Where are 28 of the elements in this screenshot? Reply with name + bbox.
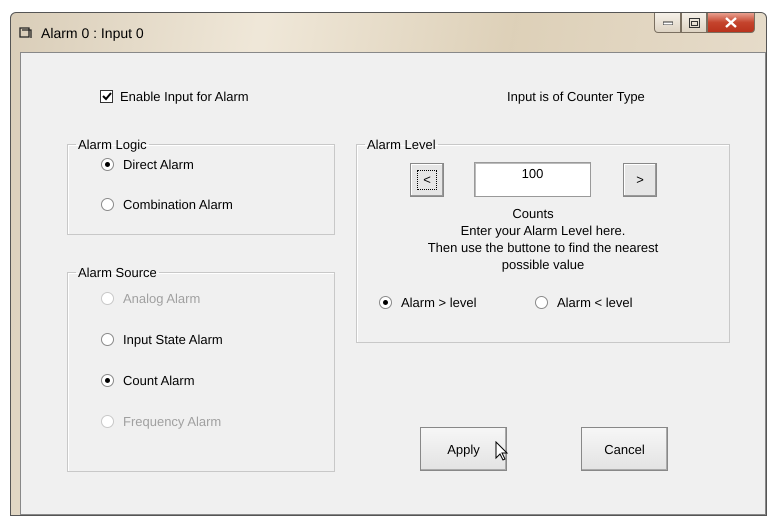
hint-text: Enter your Alarm Level here. Then use the buttone to find the nearest possible value xyxy=(426,222,660,273)
radio-button[interactable]: Count Alarm xyxy=(101,373,195,388)
group-title: Alarm Source xyxy=(77,265,158,280)
close-icon xyxy=(725,17,737,28)
increase-button[interactable]: > xyxy=(623,162,657,196)
dialog-button[interactable]: Cancel xyxy=(581,427,668,471)
dialog-button[interactable]: Apply xyxy=(420,427,507,471)
radio-button[interactable]: Combination Alarm xyxy=(101,197,233,212)
close-button[interactable] xyxy=(707,13,755,33)
checkmark-icon xyxy=(102,92,112,100)
enable-checkbox[interactable]: Enable Input for Alarm xyxy=(100,88,423,104)
minimize-button[interactable] xyxy=(654,13,681,33)
mouse-cursor-icon xyxy=(495,441,509,461)
minimize-icon xyxy=(662,20,672,24)
unit-label: Counts xyxy=(511,205,555,222)
maximize-icon xyxy=(688,18,700,28)
radio-button[interactable]: Direct Alarm xyxy=(101,157,194,172)
decrease-button[interactable]: < xyxy=(410,162,444,196)
radio-button[interactable]: Alarm < level xyxy=(535,295,691,310)
radio-button[interactable]: Alarm > level xyxy=(379,295,535,310)
maximize-button[interactable] xyxy=(681,13,707,33)
group-title: Alarm Logic xyxy=(77,137,148,152)
window-icon xyxy=(19,26,33,39)
window-title: Alarm 0 : Input 0 xyxy=(41,24,144,40)
level-input[interactable]: 100 xyxy=(474,162,591,197)
group-title: Alarm Level xyxy=(366,137,437,152)
radio-button[interactable]: Input State Alarm xyxy=(101,332,223,347)
input-type-label: Input is of Counter Type xyxy=(507,88,645,104)
